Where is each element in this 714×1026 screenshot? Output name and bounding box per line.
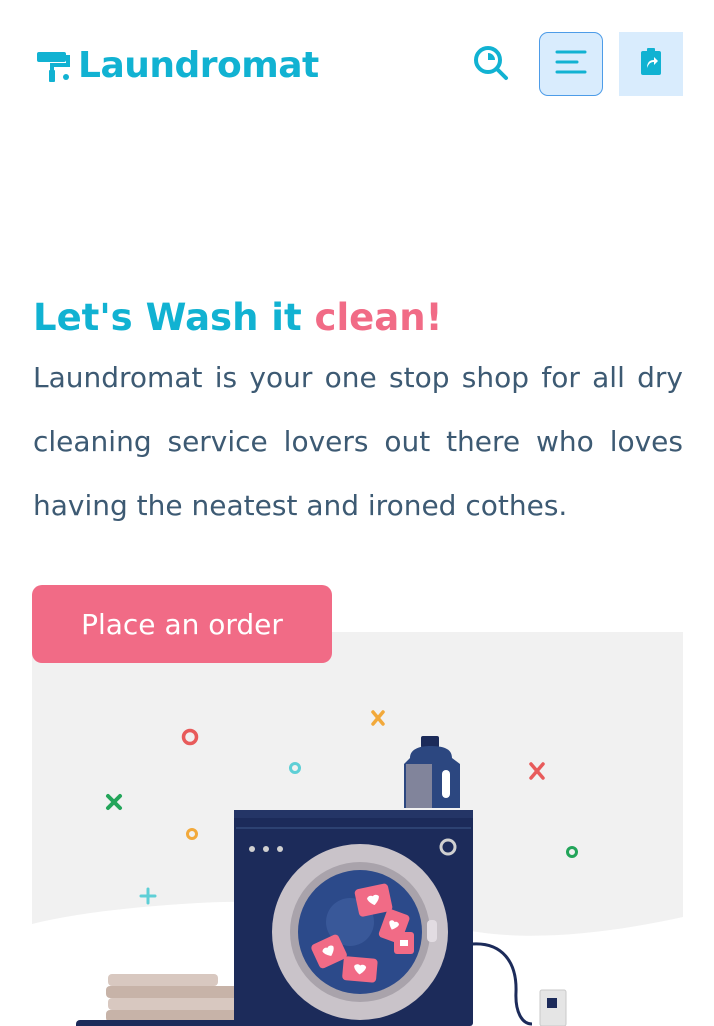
search-button[interactable] xyxy=(470,44,512,86)
paint-roller-icon xyxy=(36,47,72,85)
hero-title-accent: clean! xyxy=(314,296,443,339)
brand-logo-link[interactable]: Laundromat xyxy=(36,44,319,88)
place-order-button[interactable]: Place an order xyxy=(32,585,332,663)
menu-icon xyxy=(555,48,587,80)
brand-name: Laundromat xyxy=(78,45,319,86)
menu-button[interactable] xyxy=(539,32,603,96)
search-icon xyxy=(472,44,510,86)
washing-machine-illustration xyxy=(32,632,683,1026)
hero-description: Laundromat is your one stop shop for all… xyxy=(33,361,683,522)
hero-title: Let's Wash it clean! xyxy=(33,294,442,342)
clipboard-share-icon xyxy=(640,48,662,80)
hero-title-main: Let's Wash it xyxy=(33,296,315,339)
site-header: Laundromat xyxy=(0,0,714,130)
share-button[interactable] xyxy=(619,32,683,96)
